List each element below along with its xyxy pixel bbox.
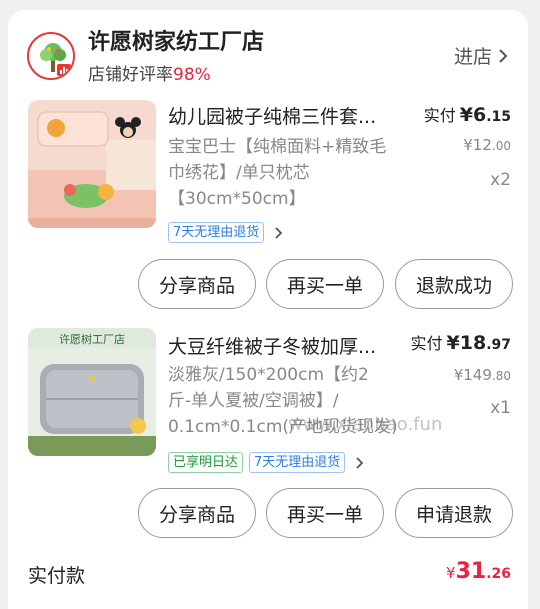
chevron-right-icon <box>275 226 283 239</box>
share-product-button[interactable]: 分享商品 <box>138 259 256 309</box>
product-sku: 淡雅灰/150*200cm【约2 斤-单人夏被/空调被】/ 0.1cm*0.1c… <box>168 362 408 440</box>
paid-price: 实付 ¥18.97 <box>411 330 512 354</box>
chevron-right-icon <box>356 456 364 469</box>
sku-line: 0.1cm*0.1cm(产地现货现发) <box>168 417 398 437</box>
tag-return-7days: 7天无理由退货 <box>168 222 265 243</box>
paid-price: 实付 ¥6.15 <box>424 102 511 126</box>
action-buttons: 分享商品 再买一单 申请退款 <box>8 488 528 540</box>
rating-value: 98% <box>173 65 211 85</box>
orig-dec: .00 <box>491 139 511 153</box>
product-title[interactable]: 大豆纤维被子冬被加厚... <box>168 332 396 359</box>
original-price: ¥149.80 <box>454 366 511 384</box>
sku-line: 巾绣花】/单只枕芯 <box>168 163 310 183</box>
order-card: 许愿树家纺工厂店 店铺好评率98% 进店 幼儿园被子纯棉三件套... 实付 ¥6… <box>8 10 528 609</box>
total-dec: .26 <box>486 566 511 582</box>
shop-rating: 店铺好评率98% <box>88 60 211 85</box>
sku-line: 斤-单人夏被/空调被】/ <box>168 391 339 411</box>
paid-dec: .15 <box>486 109 511 125</box>
total-currency: ¥ <box>446 564 456 582</box>
tag-next-day: 已享明日达 <box>168 452 244 473</box>
product-thumbnail[interactable]: 许愿树工厂店 <box>28 328 156 456</box>
paid-int: ¥6 <box>459 104 487 126</box>
sku-line: 宝宝巴士【纯棉面料+精致毛 <box>168 137 387 157</box>
product-title[interactable]: 幼儿园被子纯棉三件套... <box>168 102 396 129</box>
chevron-right-icon <box>499 48 508 63</box>
enter-shop-button[interactable]: 进店 <box>454 42 508 69</box>
share-product-button[interactable]: 分享商品 <box>138 488 256 538</box>
quantity: x2 <box>490 170 511 190</box>
rating-label: 店铺好评率 <box>88 65 173 85</box>
sku-line: 【30cm*50cm】 <box>168 189 306 209</box>
sku-line: 淡雅灰/150*200cm【约2 <box>168 365 369 385</box>
paid-label: 实付 <box>410 334 443 353</box>
shop-name[interactable]: 许愿树家纺工厂店 <box>88 24 264 56</box>
enter-shop-label: 进店 <box>453 46 492 68</box>
buy-again-button[interactable]: 再买一单 <box>266 488 384 538</box>
paid-dec: .97 <box>486 337 511 353</box>
total-amount: ¥31.26 <box>446 559 511 584</box>
orig-dec: .80 <box>491 369 511 383</box>
tag-return-7days: 7天无理由退货 <box>249 452 346 473</box>
orig-int: ¥149 <box>453 366 492 384</box>
thumb-brand-text: 许愿树工厂店 <box>59 332 125 346</box>
total-label: 实付款 <box>28 565 86 587</box>
action-buttons: 分享商品 再买一单 退款成功 <box>8 259 528 311</box>
paid-label: 实付 <box>423 106 456 125</box>
quantity: x1 <box>490 398 511 418</box>
service-tags[interactable]: 7天无理由退货 <box>168 222 283 243</box>
refund-success-button[interactable]: 退款成功 <box>395 259 513 309</box>
paid-int: ¥18 <box>446 332 487 354</box>
product-sku: 宝宝巴士【纯棉面料+精致毛 巾绣花】/单只枕芯 【30cm*50cm】 <box>168 134 408 212</box>
request-refund-button[interactable]: 申请退款 <box>395 488 513 538</box>
product-thumbnail[interactable] <box>28 100 156 228</box>
shop-header[interactable]: 许愿树家纺工厂店 店铺好评率98% 进店 <box>8 10 528 90</box>
buy-again-button[interactable]: 再买一单 <box>266 259 384 309</box>
service-tags[interactable]: 已享明日达 7天无理由退货 <box>168 452 364 473</box>
total-int: 31 <box>455 559 487 584</box>
tree-logo-icon[interactable] <box>27 32 75 80</box>
original-price: ¥12.00 <box>463 136 511 154</box>
orig-int: ¥12 <box>463 136 492 154</box>
